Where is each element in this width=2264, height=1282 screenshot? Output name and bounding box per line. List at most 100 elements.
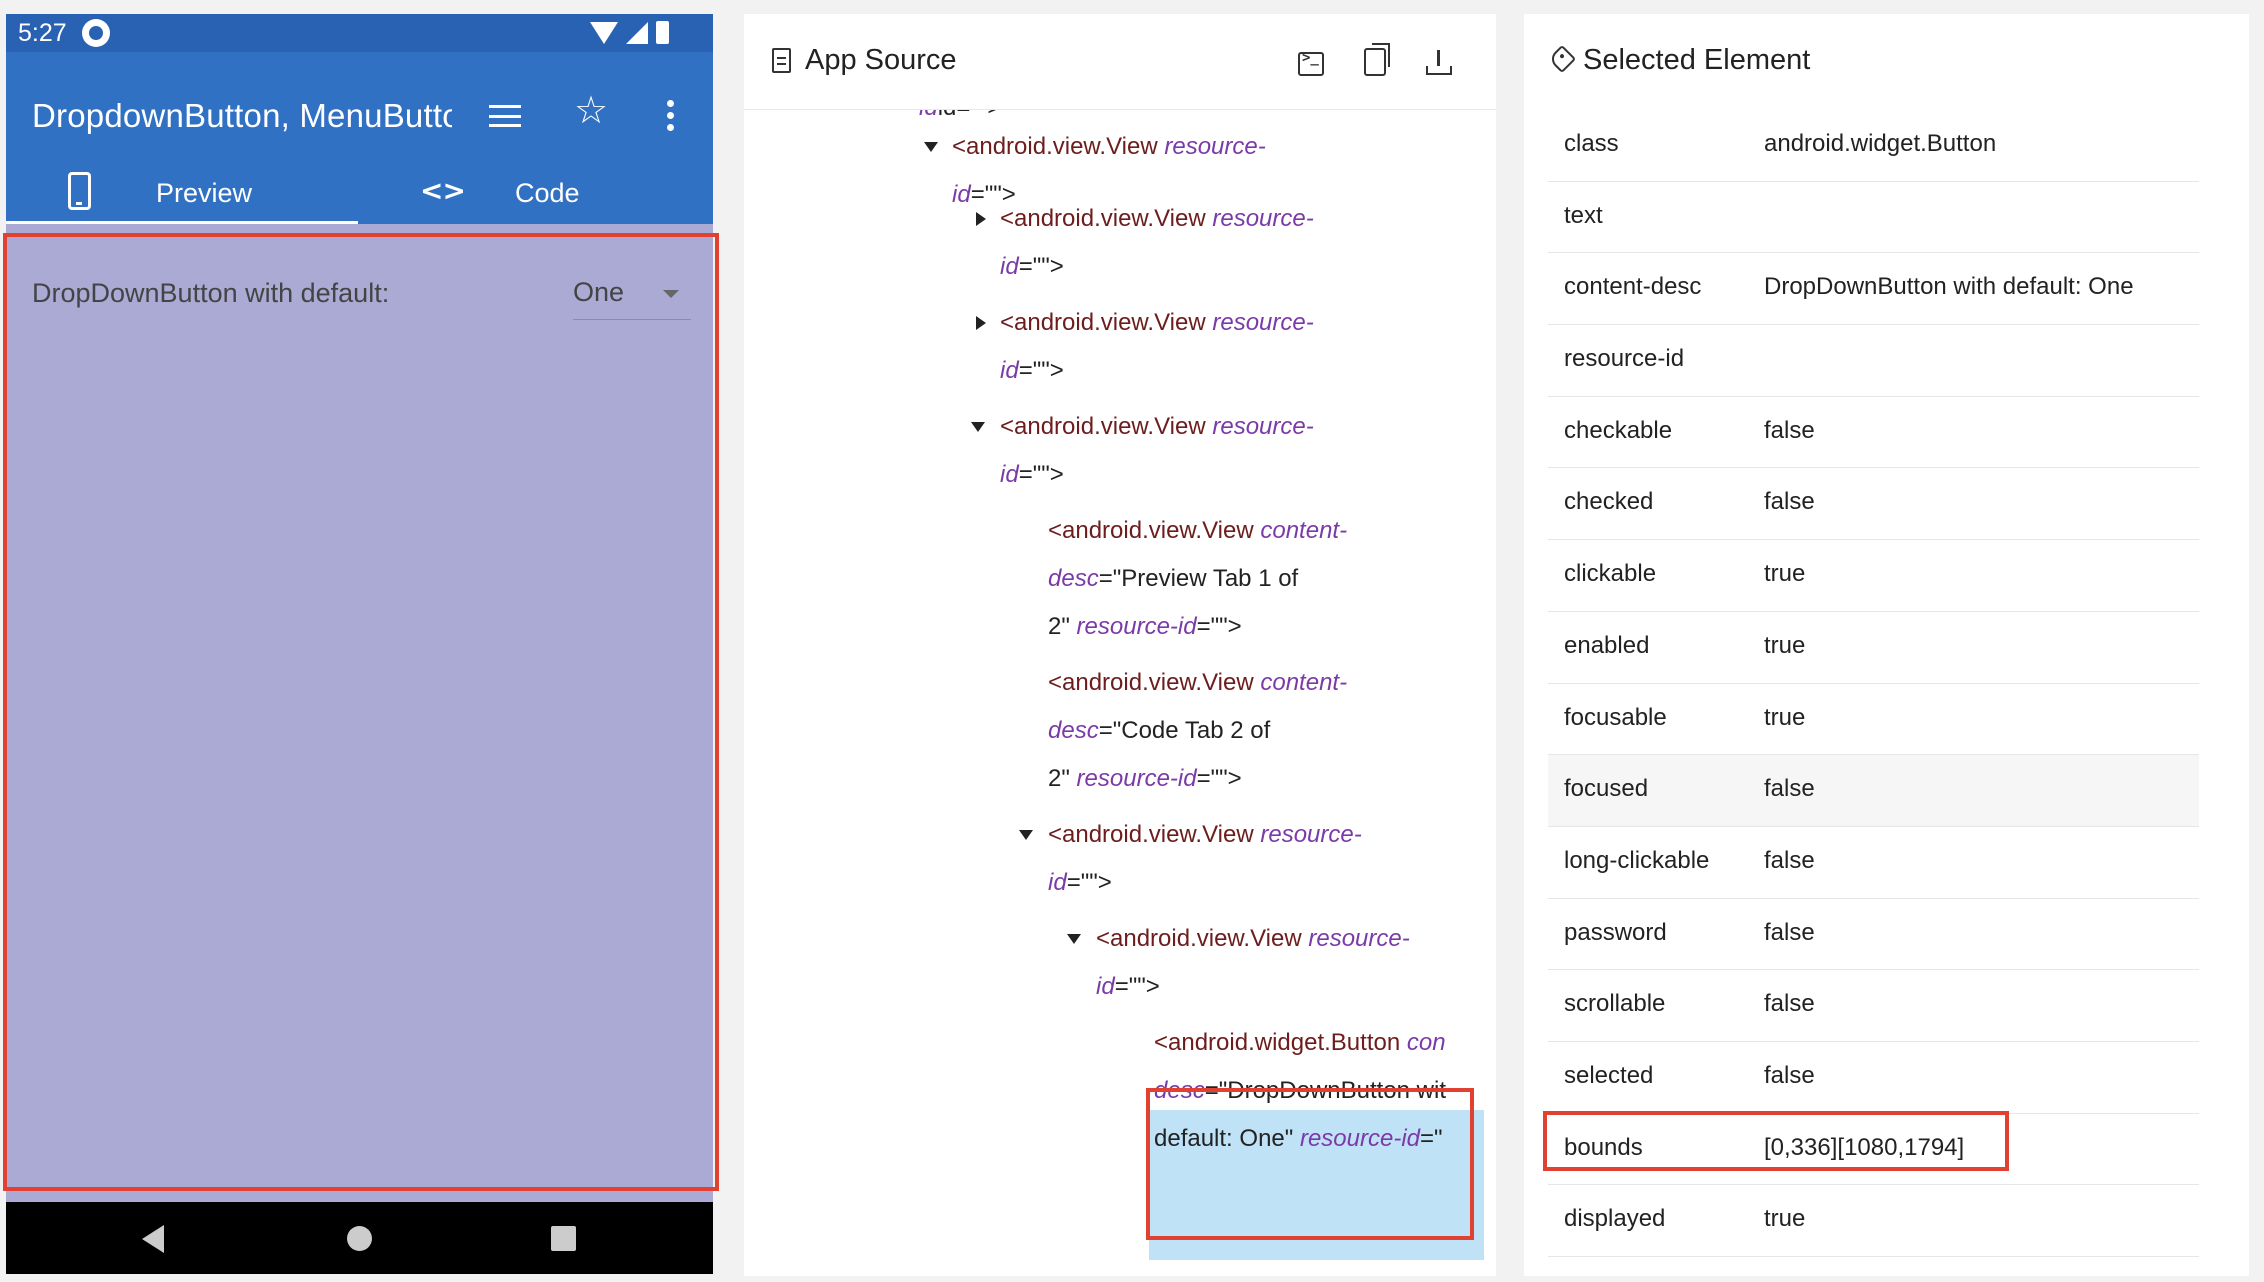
tree-attr: resource-id — [1076, 765, 1197, 792]
tree-tag: <android.view.View — [1096, 925, 1302, 952]
property-row: checkable false — [1548, 397, 2199, 469]
selected-node-highlight-box — [1146, 1088, 1474, 1240]
tree-text: id=""> — [938, 110, 1002, 121]
property-value: true — [1764, 1205, 1806, 1233]
tree-tag: <android.widget.Button — [1154, 1029, 1401, 1056]
tag-icon — [1547, 44, 1577, 74]
tree-text: =""> — [1114, 973, 1160, 1000]
property-value: true — [1764, 560, 1806, 588]
collapse-icon[interactable] — [1067, 934, 1081, 944]
tree-line: id=""> — [1000, 461, 1064, 489]
tree-text: =""> — [1196, 765, 1242, 792]
tree-attr: id — [1000, 461, 1019, 488]
back-icon[interactable] — [142, 1225, 164, 1253]
property-value: false — [1764, 918, 1815, 946]
tree-line: id=""> — [1000, 253, 1064, 281]
property-key: selected — [1564, 1061, 1654, 1089]
property-row: resource-id — [1548, 325, 2199, 397]
tree-attr: resource- — [1212, 413, 1314, 440]
tree-attr: content- — [1260, 669, 1348, 696]
property-key: displayed — [1564, 1205, 1666, 1233]
property-key: long-clickable — [1564, 846, 1710, 874]
tree-node[interactable]: <android.view.View resource- — [1000, 205, 1314, 233]
home-icon[interactable] — [347, 1226, 372, 1251]
property-row: displayed true — [1548, 1185, 2199, 1257]
expand-icon[interactable] — [976, 212, 986, 226]
collapse-icon[interactable] — [1019, 830, 1033, 840]
property-value: android.widget.Button — [1764, 130, 1997, 157]
bounds-highlight-box — [1543, 1111, 2009, 1171]
app-bar: DropdownButton, MenuButton ☆ Preview <> … — [6, 52, 713, 224]
tree-text: =""> — [1018, 357, 1064, 384]
tree-line: 2" resource-id=""> — [1048, 765, 1242, 793]
tree-attr: resource- — [1308, 925, 1410, 952]
tree-line: 2" resource-id=""> — [1048, 613, 1242, 641]
tree-text: ="Code Tab 2 of — [1098, 717, 1271, 744]
menu-icon[interactable] — [489, 105, 521, 127]
more-options-icon[interactable] — [667, 100, 675, 136]
property-row: focused false — [1548, 755, 2199, 827]
property-row: text — [1548, 182, 2199, 254]
tree-text: =""> — [1066, 869, 1112, 896]
property-value: false — [1764, 775, 1815, 803]
property-key: class — [1564, 130, 1619, 157]
property-value: true — [1764, 631, 1806, 659]
navigation-bar — [6, 1202, 713, 1274]
collapse-icon[interactable] — [971, 422, 985, 432]
tree-line: idid=""> — [919, 110, 1001, 122]
tree-attr: id — [1048, 869, 1067, 896]
tree-node[interactable]: <android.view.View content- — [1048, 669, 1347, 697]
property-value: false — [1764, 488, 1815, 516]
tree-attr: id — [952, 181, 971, 208]
terminal-icon[interactable] — [1298, 50, 1324, 76]
tree-attr: resource- — [1212, 205, 1314, 232]
collapse-icon[interactable] — [924, 142, 938, 152]
property-key: password — [1564, 918, 1667, 946]
property-value: false — [1764, 990, 1815, 1018]
property-key: focused — [1564, 775, 1649, 803]
status-time: 5:27 — [18, 19, 67, 47]
star-icon[interactable]: ☆ — [574, 92, 608, 130]
property-key: checked — [1564, 488, 1654, 516]
tree-node[interactable]: <android.view.View resource- — [952, 133, 1266, 161]
tree-tag: <android.view.View — [952, 133, 1158, 160]
tree-attr: resource- — [1212, 309, 1314, 336]
copy-icon[interactable] — [1364, 43, 1390, 76]
property-value: true — [1764, 703, 1806, 731]
wifi-icon — [590, 21, 618, 44]
tree-line: desc="Preview Tab 1 of — [1048, 565, 1298, 593]
tree-node[interactable]: <android.view.View content- — [1048, 517, 1347, 545]
property-row: class android.widget.Button — [1548, 110, 2199, 182]
signal-icon — [626, 21, 648, 44]
property-value: false — [1764, 846, 1815, 874]
tree-attr: con — [1406, 1029, 1446, 1056]
property-key: enabled — [1564, 631, 1650, 659]
tree-node[interactable]: <android.view.View resource- — [1000, 413, 1314, 441]
tree-attr: id — [1096, 973, 1115, 1000]
property-value: false — [1764, 1061, 1815, 1089]
download-icon[interactable] — [1425, 48, 1453, 76]
tab-code-label: Code — [515, 178, 580, 208]
property-key: focusable — [1564, 703, 1667, 731]
tree-text: 2" — [1048, 613, 1070, 640]
app-source-title: App Source — [805, 44, 957, 76]
tab-preview[interactable]: Preview — [6, 170, 358, 224]
tree-attr: content- — [1260, 517, 1348, 544]
tree-node[interactable]: <android.view.View resource- — [1096, 925, 1410, 953]
recents-icon[interactable] — [551, 1226, 576, 1251]
tree-tag: <android.view.View — [1048, 517, 1254, 544]
tree-tag: <android.view.View — [1000, 413, 1206, 440]
tree-text: =""> — [970, 181, 1016, 208]
property-row: selected false — [1548, 1042, 2199, 1114]
tree-node[interactable]: <android.view.View resource- — [1000, 309, 1314, 337]
tree-node[interactable]: <android.view.View resource- — [1048, 821, 1362, 849]
property-key: checkable — [1564, 416, 1673, 444]
property-key: scrollable — [1564, 990, 1666, 1018]
property-value: DropDownButton with default: One — [1764, 273, 2134, 301]
properties-table: class android.widget.Button text content-… — [1548, 110, 2199, 1257]
tab-code[interactable]: <> Code — [358, 170, 713, 224]
phone-icon — [68, 172, 91, 210]
expand-icon[interactable] — [976, 316, 986, 330]
selected-node-line[interactable]: <android.widget.Button con — [1154, 1029, 1446, 1057]
element-highlight-box — [3, 233, 719, 1191]
